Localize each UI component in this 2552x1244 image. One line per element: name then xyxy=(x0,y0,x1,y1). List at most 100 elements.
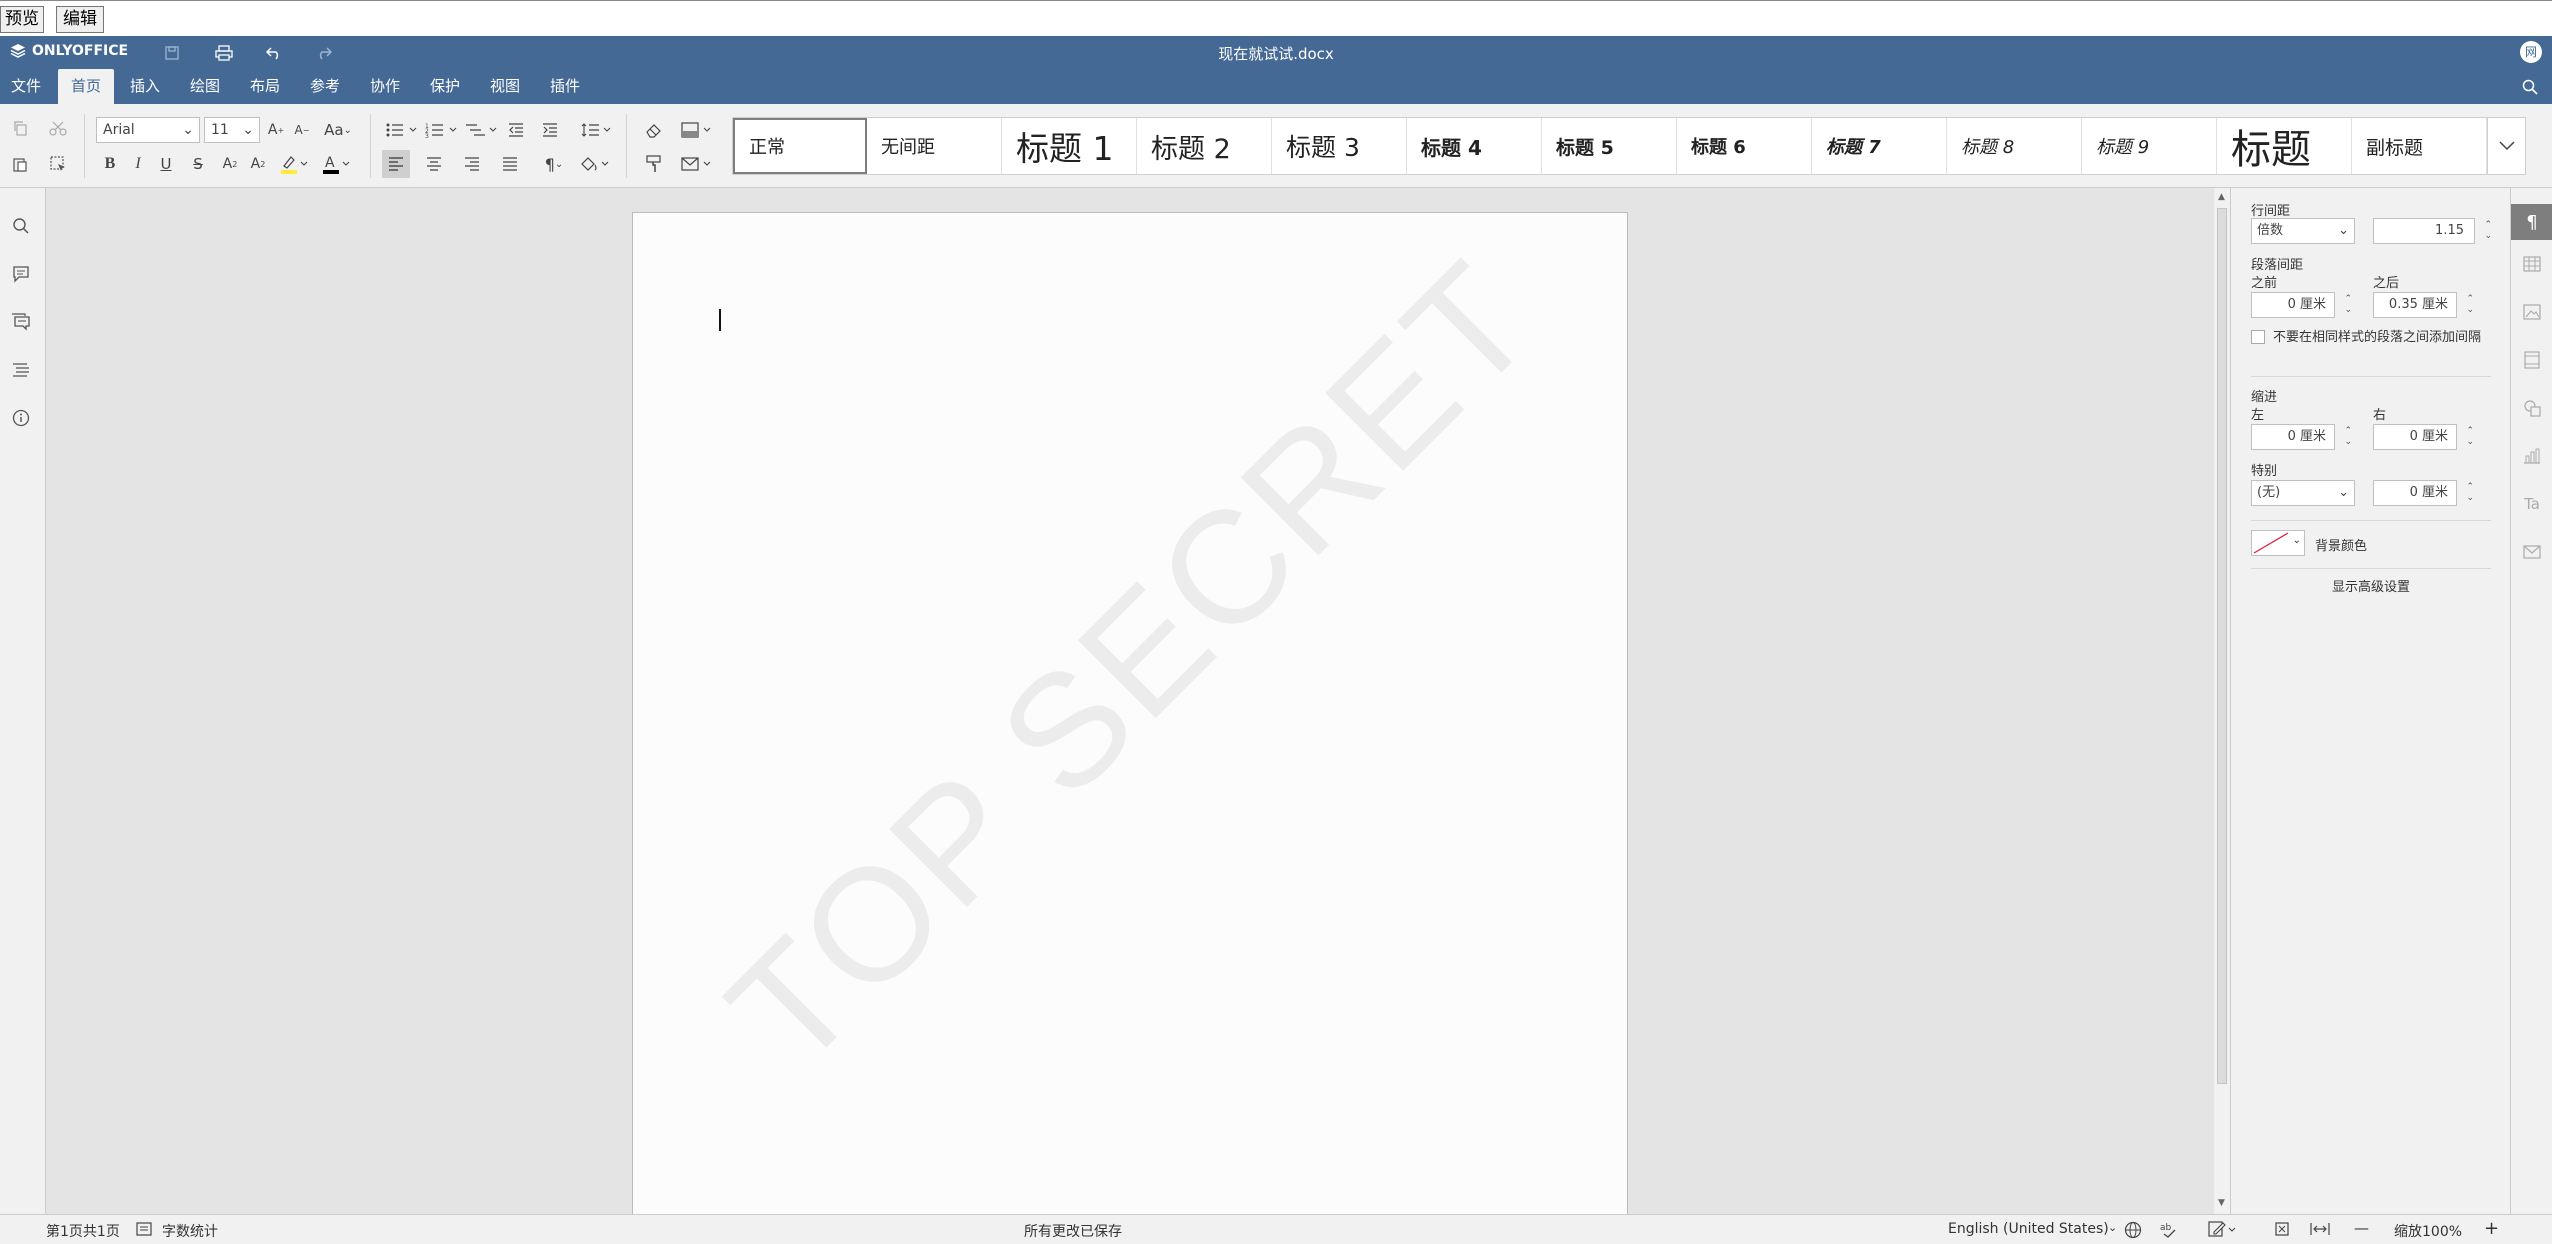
track-changes-icon[interactable] xyxy=(2208,1220,2238,1238)
italic-icon[interactable]: I xyxy=(124,150,152,178)
user-avatar[interactable]: 网 xyxy=(2520,41,2542,63)
color-scheme-icon[interactable] xyxy=(678,116,718,144)
font-name-select[interactable]: Arial ⌄ xyxy=(96,117,200,143)
spinner-icon[interactable]: ⌃ ⌄ xyxy=(2466,294,2474,316)
zoom-out-button[interactable]: — xyxy=(2354,1219,2369,1237)
tab-file[interactable]: 文件 xyxy=(4,69,48,104)
image-settings-icon[interactable] xyxy=(2518,298,2546,326)
chart-settings-icon[interactable] xyxy=(2518,442,2546,470)
change-case-icon[interactable]: Aa ⌄ xyxy=(318,116,358,144)
spinner-icon[interactable]: ⌃ ⌄ xyxy=(2344,426,2352,448)
scroll-down-icon[interactable]: ▼ xyxy=(2218,1198,2225,1208)
clear-style-icon[interactable] xyxy=(640,116,668,144)
style-heading-9[interactable]: 标题 9 xyxy=(2082,118,2217,174)
font-size-select[interactable]: 11 ⌄ xyxy=(204,117,260,143)
special-indent-select[interactable]: (无) ⌄ xyxy=(2251,480,2355,506)
bold-icon[interactable]: B xyxy=(96,150,124,178)
spinner-icon[interactable]: ⌃ ⌄ xyxy=(2484,220,2492,242)
background-color-picker[interactable]: ⌄ xyxy=(2251,530,2305,556)
increase-indent-icon[interactable] xyxy=(536,116,564,144)
select-all-icon[interactable] xyxy=(44,150,72,178)
vertical-scrollbar[interactable]: ▲ ▼ xyxy=(2214,188,2230,1214)
line-spacing-mode-select[interactable]: 倍数 ⌄ xyxy=(2251,218,2355,244)
style-heading-4[interactable]: 标题 4 xyxy=(1407,118,1542,174)
shape-settings-icon[interactable] xyxy=(2518,394,2546,422)
page-info[interactable]: 第1页共1页 xyxy=(46,1221,120,1241)
search-icon[interactable] xyxy=(2516,73,2544,101)
paragraph-settings-icon[interactable]: ¶ xyxy=(2511,204,2552,240)
subscript-icon[interactable]: A2 xyxy=(244,150,272,178)
align-left-icon[interactable] xyxy=(382,150,410,178)
globe-icon[interactable] xyxy=(2124,1221,2142,1239)
style-heading-5[interactable]: 标题 5 xyxy=(1542,118,1677,174)
zoom-in-button[interactable]: + xyxy=(2484,1218,2499,1239)
tab-collaborate[interactable]: 协作 xyxy=(362,69,408,104)
style-heading-1[interactable]: 标题 1 xyxy=(1002,118,1137,174)
tab-view[interactable]: 视图 xyxy=(482,69,528,104)
no-space-checkbox[interactable] xyxy=(2251,330,2265,344)
increase-font-icon[interactable]: A + xyxy=(262,116,290,144)
style-heading-8[interactable]: 标题 8 xyxy=(1947,118,2082,174)
word-count-icon[interactable] xyxy=(136,1221,152,1237)
styles-expand-button[interactable] xyxy=(2487,118,2525,174)
copy-style-icon[interactable] xyxy=(640,150,668,178)
mail-merge-icon[interactable] xyxy=(678,150,718,178)
table-settings-icon[interactable] xyxy=(2518,250,2546,278)
style-subtitle[interactable]: 副标题 xyxy=(2352,118,2487,174)
right-indent-input[interactable]: 0 厘米 ⌃ ⌄ xyxy=(2373,424,2474,450)
tab-protect[interactable]: 保护 xyxy=(422,69,468,104)
document-page[interactable]: TOP SECRET xyxy=(632,212,1628,1214)
search-icon[interactable] xyxy=(7,212,35,240)
tab-plugins[interactable]: 插件 xyxy=(542,69,588,104)
fit-width-icon[interactable] xyxy=(2310,1221,2330,1237)
tab-insert[interactable]: 插入 xyxy=(122,69,168,104)
spellcheck-icon[interactable]: ab xyxy=(2160,1221,2180,1239)
paragraph-marks-icon[interactable]: ¶ ⌄ xyxy=(536,150,572,178)
spinner-icon[interactable]: ⌃ ⌄ xyxy=(2344,294,2352,316)
header-footer-icon[interactable] xyxy=(2518,346,2546,374)
chat-icon[interactable] xyxy=(7,308,35,336)
left-indent-input[interactable]: 0 厘米 ⌃ ⌄ xyxy=(2251,424,2352,450)
style-heading-3[interactable]: 标题 3 xyxy=(1272,118,1407,174)
line-spacing-value-input[interactable]: 1.15 ⌃ ⌄ xyxy=(2373,218,2492,244)
style-heading-6[interactable]: 标题 6 xyxy=(1677,118,1812,174)
style-heading-7[interactable]: 标题 7 xyxy=(1812,118,1947,174)
highlight-color-icon[interactable] xyxy=(276,150,312,178)
bullet-list-icon[interactable] xyxy=(382,116,422,144)
copy-icon[interactable] xyxy=(6,114,34,142)
tab-home[interactable]: 首页 xyxy=(58,69,114,104)
edit-button[interactable]: 编辑 xyxy=(56,6,104,33)
spacing-before-input[interactable]: 0 厘米 ⌃ ⌄ xyxy=(2251,292,2352,318)
shading-icon[interactable] xyxy=(576,150,614,178)
text-art-icon[interactable]: Ta xyxy=(2518,490,2546,518)
align-right-icon[interactable] xyxy=(458,150,486,178)
comments-icon[interactable] xyxy=(7,260,35,288)
word-count-label[interactable]: 字数统计 xyxy=(162,1221,218,1241)
mail-merge-settings-icon[interactable] xyxy=(2518,538,2546,566)
scrollbar-thumb[interactable] xyxy=(2217,208,2227,1084)
tab-references[interactable]: 参考 xyxy=(302,69,348,104)
style-normal[interactable]: 正常 xyxy=(733,118,867,174)
underline-icon[interactable]: U xyxy=(152,150,180,178)
advanced-settings-link[interactable]: 显示高级设置 xyxy=(2251,576,2491,595)
superscript-icon[interactable]: A2 xyxy=(216,150,244,178)
tab-draw[interactable]: 绘图 xyxy=(182,69,228,104)
special-indent-input[interactable]: 0 厘米 ⌃ ⌄ xyxy=(2373,480,2474,506)
decrease-font-icon[interactable]: A − xyxy=(288,116,316,144)
tab-layout[interactable]: 布局 xyxy=(242,69,288,104)
preview-button[interactable]: 预览 xyxy=(0,6,44,33)
info-icon[interactable] xyxy=(7,404,35,432)
navigation-icon[interactable] xyxy=(7,356,35,384)
fit-page-icon[interactable] xyxy=(2274,1221,2290,1237)
style-title[interactable]: 标题 xyxy=(2217,118,2352,174)
font-color-icon[interactable]: A xyxy=(318,150,354,178)
spinner-icon[interactable]: ⌃ ⌄ xyxy=(2466,482,2474,504)
language-select[interactable]: English (United States) xyxy=(1948,1221,2109,1237)
spacing-after-input[interactable]: 0.35 厘米 ⌃ ⌄ xyxy=(2373,292,2474,318)
strikethrough-icon[interactable]: S xyxy=(184,150,212,178)
multilevel-list-icon[interactable] xyxy=(462,116,502,144)
style-no-spacing[interactable]: 无间距 xyxy=(867,118,1002,174)
style-heading-2[interactable]: 标题 2 xyxy=(1137,118,1272,174)
line-spacing-icon[interactable] xyxy=(578,116,616,144)
decrease-indent-icon[interactable] xyxy=(502,116,530,144)
